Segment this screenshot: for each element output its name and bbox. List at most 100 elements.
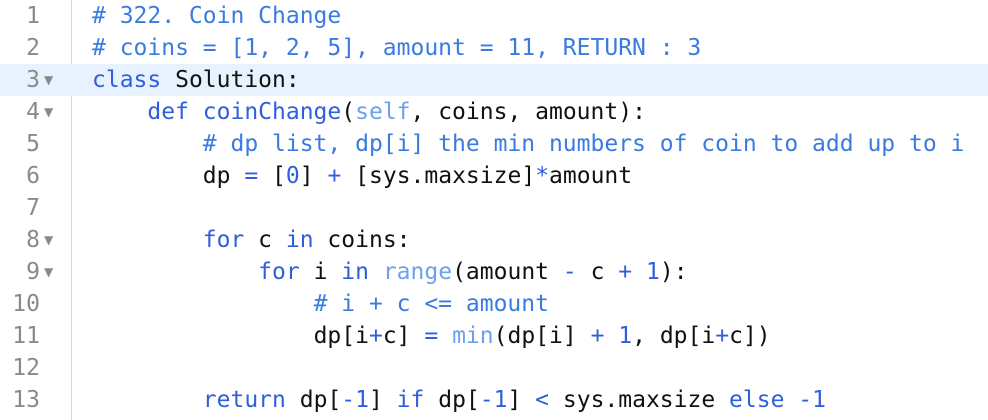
code-text[interactable]: # coins = [1, 2, 5], amount = 11, RETURN… [92, 32, 701, 64]
line-number: 9 [26, 259, 40, 285]
number-token: 1 [618, 323, 633, 349]
code-text[interactable]: for c in coins: [92, 224, 411, 256]
code-line-8[interactable]: 8 ▼ for c in coins: [0, 224, 988, 256]
builtin-token: min [452, 323, 494, 349]
operator-token: + [327, 163, 342, 189]
code-line-7[interactable]: 7 [0, 192, 988, 224]
comment-token: # coins = [1, 2, 5], amount = 11, RETURN… [92, 35, 702, 61]
code-line-2[interactable]: 2 # coins = [1, 2, 5], amount = 11, RETU… [0, 32, 988, 64]
text-token: Solution: [161, 67, 300, 93]
comment-token: # i + c <= amount [313, 291, 549, 317]
code-line-1[interactable]: 1 # 322. Coin Change [0, 0, 988, 32]
text-token: , dp[i [632, 323, 716, 349]
code-line-10[interactable]: 10 # i + c <= amount [0, 288, 988, 320]
text-token: coins: [313, 227, 411, 253]
builtin-token: range [382, 259, 453, 285]
text-token: dp[i [313, 323, 369, 349]
text-token: ( [341, 99, 356, 125]
text-token: (dp[i] [493, 323, 591, 349]
line-number: 10 [12, 291, 40, 317]
line-number: 1 [26, 3, 40, 29]
code-line-3[interactable]: 3 ▼ class Solution: [0, 64, 988, 96]
text-token: amount [549, 163, 633, 189]
line-number: 12 [12, 355, 40, 381]
operator-token: + [368, 323, 383, 349]
text-token: ): [659, 259, 688, 285]
line-number: 5 [26, 131, 40, 157]
operator-token: < [535, 387, 550, 413]
text-token: ] [507, 387, 536, 413]
text-token: i [299, 259, 342, 285]
code-line-13[interactable]: 13 return dp[-1] if dp[-1] < sys.maxsize… [0, 384, 988, 416]
code-line-9[interactable]: 9 ▼ for i in range(amount - c + 1): [0, 256, 988, 288]
comment-token: # 322. Coin Change [92, 3, 342, 29]
number-token: -1 [479, 387, 508, 413]
keyword-token: in [285, 227, 314, 253]
text-token: dp[ [424, 387, 480, 413]
keyword-token: for [202, 227, 245, 253]
text-token: c]) [729, 323, 771, 349]
code-text[interactable]: # 322. Coin Change [92, 0, 341, 32]
code-line-4[interactable]: 4 ▼ def coinChange(self, coins, amount): [0, 96, 988, 128]
text-token: c [244, 227, 286, 253]
line-number: 8 [26, 227, 40, 253]
text-token: , coins, amount): [410, 99, 646, 125]
code-text[interactable]: return dp[-1] if dp[-1] < sys.maxsize el… [92, 384, 826, 416]
line-number: 7 [26, 195, 40, 221]
code-line-12[interactable]: 12 [0, 352, 988, 384]
self-token: self [355, 99, 411, 125]
operator-token: + [590, 323, 605, 349]
keyword-token: in [341, 259, 369, 285]
operator-token: + [618, 259, 633, 285]
line-number: 2 [26, 35, 40, 61]
comment-token: # dp list, dp[i] the min numbers of coin… [202, 131, 965, 157]
text-token: sys.maxsize [549, 387, 730, 413]
number-token: 0 [285, 163, 300, 189]
line-number: 3 [26, 67, 40, 93]
number-token: 1 [645, 259, 660, 285]
operator-token: * [535, 163, 550, 189]
text-token: ] [299, 163, 328, 189]
keyword-token: class [92, 67, 162, 93]
code-editor[interactable]: 1 # 322. Coin Change 2 # coins = [1, 2, … [0, 0, 988, 420]
function-name-token: coinChange [188, 99, 342, 125]
text-token: ] [368, 387, 397, 413]
keyword-token: return [202, 387, 286, 413]
text-token: c] [382, 323, 425, 349]
line-number: 6 [26, 163, 40, 189]
code-text[interactable]: class Solution: [92, 64, 300, 96]
code-text[interactable]: for i in range(amount - c + 1): [92, 256, 688, 288]
operator-token: + [715, 323, 730, 349]
code-text[interactable]: # dp list, dp[i] the min numbers of coin… [92, 128, 965, 160]
code-text[interactable]: dp = [0] + [sys.maxsize]*amount [92, 160, 632, 192]
code-text[interactable]: dp[i+c] = min(dp[i] + 1, dp[i+c]) [92, 320, 771, 352]
code-line-11[interactable]: 11 dp[i+c] = min(dp[i] + 1, dp[i+c]) [0, 320, 988, 352]
code-line-5[interactable]: 5 # dp list, dp[i] the min numbers of co… [0, 128, 988, 160]
number-token: -1 [798, 387, 826, 413]
operator-token: - [562, 259, 577, 285]
fold-arrow-icon[interactable]: ▼ [44, 256, 53, 288]
keyword-token: else [729, 387, 785, 413]
code-line-6[interactable]: 6 dp = [0] + [sys.maxsize]*amount [0, 160, 988, 192]
code-text[interactable]: def coinChange(self, coins, amount): [92, 96, 646, 128]
fold-arrow-icon[interactable]: ▼ [44, 96, 53, 128]
fold-arrow-icon[interactable]: ▼ [44, 64, 53, 96]
text-token: (amount [452, 259, 563, 285]
fold-arrow-icon[interactable]: ▼ [44, 224, 53, 256]
keyword-token: def [147, 99, 189, 125]
number-token: -1 [341, 387, 369, 413]
code-text[interactable]: # i + c <= amount [92, 288, 549, 320]
